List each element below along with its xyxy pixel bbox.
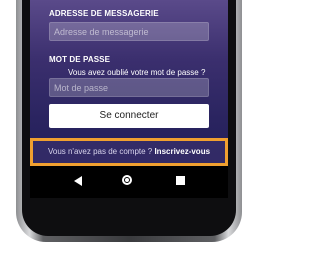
connect-button[interactable]: Se connecter (49, 104, 209, 128)
phone-screen: ADRESSE DE MESSAGERIE Adresse de message… (30, 0, 228, 198)
password-label: MOT DE PASSE (49, 55, 111, 64)
email-field[interactable]: Adresse de messagerie (49, 22, 209, 41)
home-circle-icon[interactable] (122, 175, 132, 185)
recent-square-icon[interactable] (176, 176, 185, 185)
password-field[interactable]: Mot de passe (49, 78, 209, 97)
back-triangle-icon[interactable] (74, 176, 82, 186)
signup-banner: Vous n'avez pas de compte ? Inscrivez-vo… (30, 138, 228, 166)
android-nav-bar (30, 166, 228, 198)
forgot-password-link[interactable]: Vous avez oublié votre mot de passe ? (68, 68, 205, 77)
signup-prompt: Vous n'avez pas de compte ? (47, 147, 155, 156)
signup-link[interactable]: Inscrivez-vous (154, 147, 210, 156)
email-label: ADRESSE DE MESSAGERIE (49, 9, 159, 18)
canvas: ADRESSE DE MESSAGERIE Adresse de message… (0, 0, 258, 258)
